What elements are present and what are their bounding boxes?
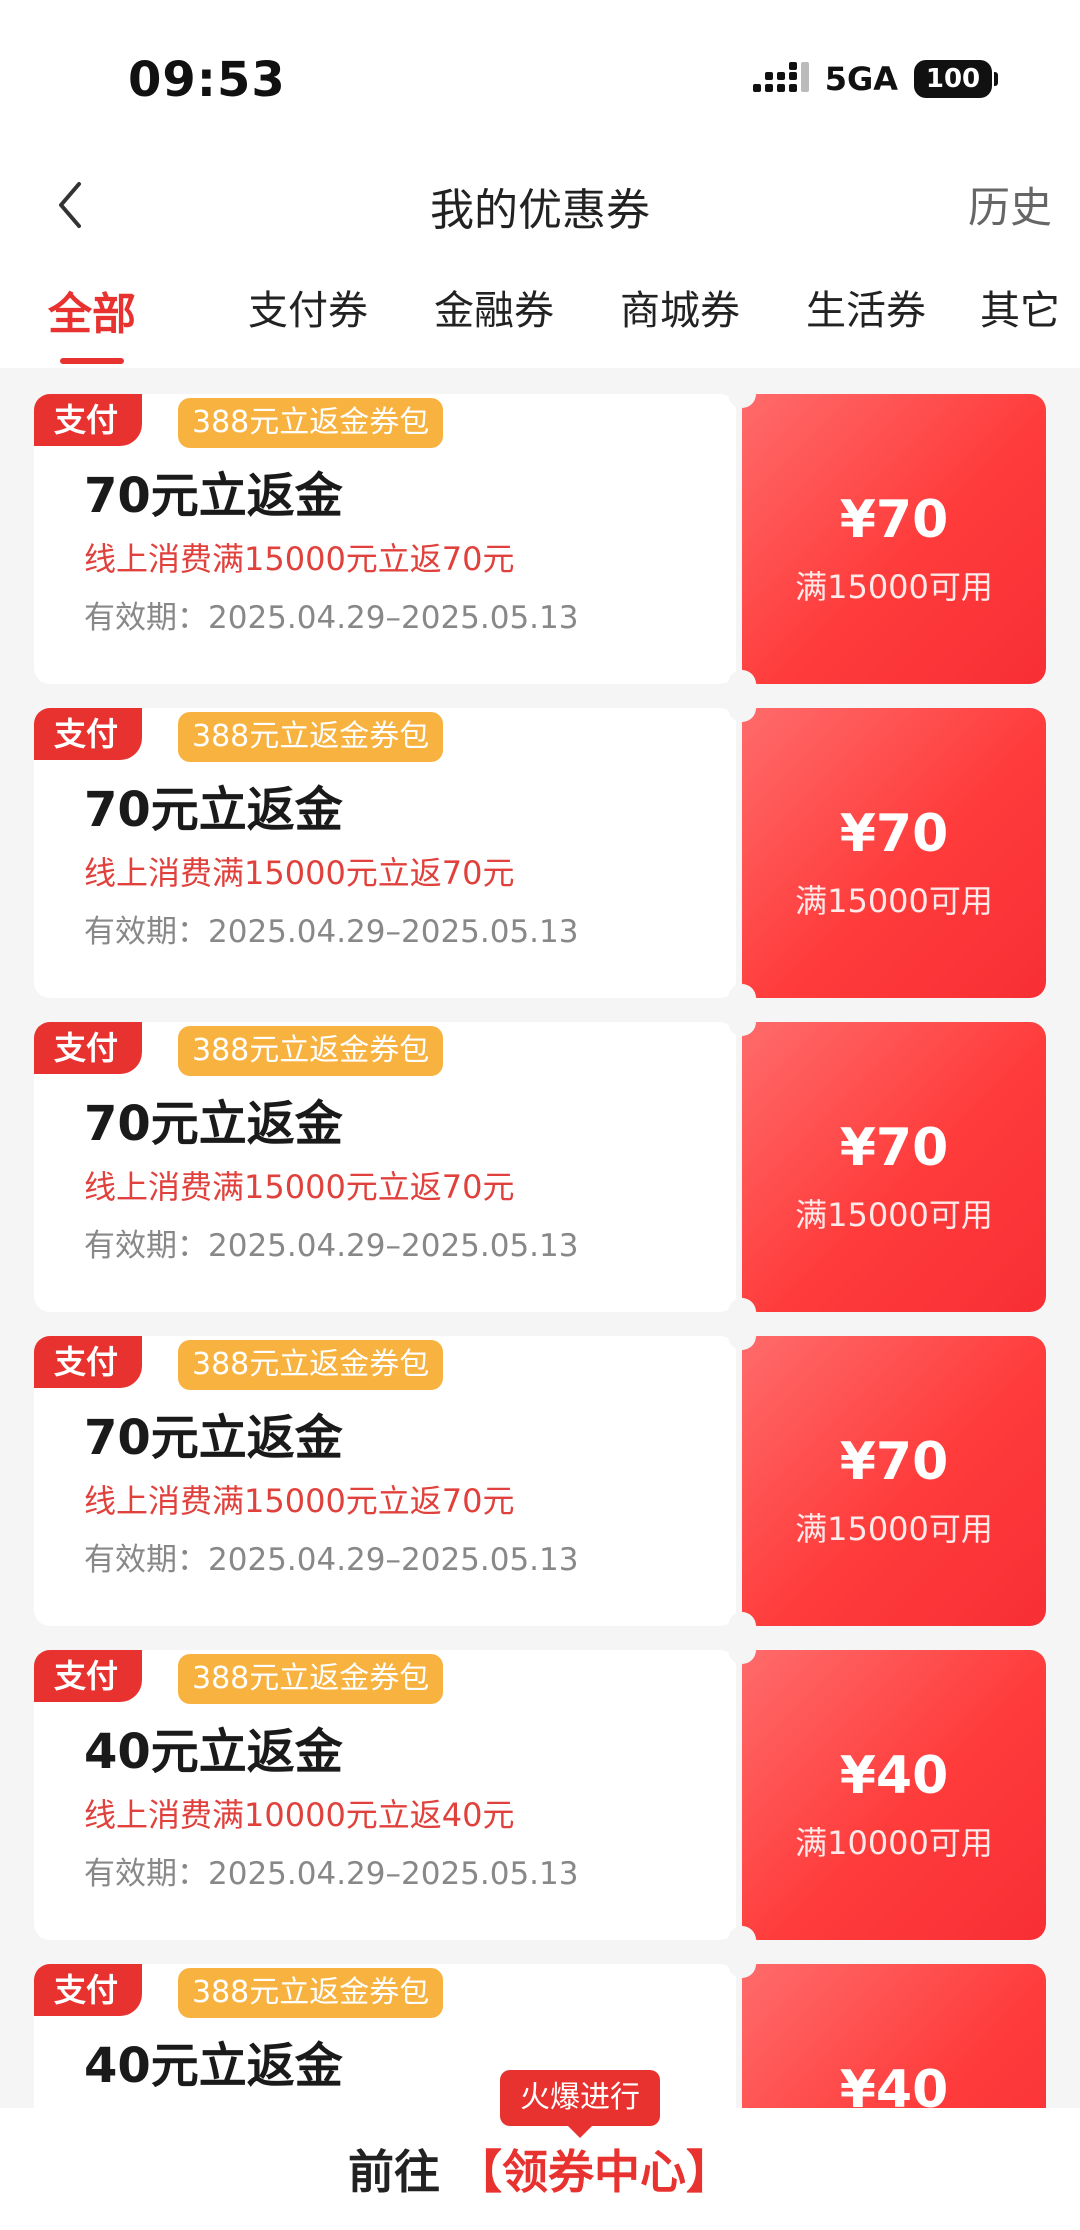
payment-tag: 支付 [34, 1964, 143, 2016]
status-bar: 09:53 5GA 100 [0, 0, 1080, 150]
payment-tag: 支付 [34, 708, 143, 760]
coupon-pack-badge: 388元立返金券包 [178, 712, 444, 762]
coupon-title: 40元立返金 [84, 2038, 343, 2094]
coupon-threshold: 满15000可用 [795, 882, 993, 920]
payment-tag: 支付 [34, 394, 143, 446]
payment-tag: 支付 [34, 1336, 143, 1388]
coupon-validity: 有效期：2025.04.29–2025.05.13 [84, 914, 579, 950]
coupon-info: 支付 388元立返金券包 70元立返金 线上消费满15000元立返70元 有效期… [34, 708, 736, 998]
coupon-pack-badge: 388元立返金券包 [178, 398, 444, 448]
coupon-threshold: 满10000可用 [795, 1824, 993, 1862]
coupon-validity: 有效期：2025.04.29–2025.05.13 [84, 600, 579, 636]
coupon-info: 支付 388元立返金券包 70元立返金 线上消费满15000元立返70元 有效期… [34, 1336, 736, 1626]
coupon-pack-badge: 388元立返金券包 [178, 1340, 444, 1390]
status-time: 09:53 [128, 52, 286, 108]
coupon-card[interactable]: 支付 388元立返金券包 70元立返金 线上消费满15000元立返70元 有效期… [34, 1322, 1046, 1640]
coupon-pack-badge: 388元立返金券包 [178, 1654, 444, 1704]
coupon-threshold: 满15000可用 [795, 568, 993, 606]
battery-icon: 100 [914, 60, 998, 98]
coupon-amount: ¥70 [839, 1432, 949, 1492]
coupon-amount: ¥70 [839, 490, 949, 550]
coupon-value-panel[interactable]: ¥70 满15000可用 [728, 1322, 1046, 1640]
coupon-amount: ¥70 [839, 1118, 949, 1178]
status-indicators: 5GA 100 [752, 60, 998, 98]
coupon-title: 70元立返金 [84, 782, 343, 838]
coupon-amount: ¥40 [839, 2060, 949, 2108]
coupon-value-panel[interactable]: ¥70 满15000可用 [728, 694, 1046, 1012]
coupon-amount: ¥40 [839, 1746, 949, 1806]
coupon-threshold: 满15000可用 [795, 1510, 993, 1548]
coupon-threshold: 满15000可用 [795, 1196, 993, 1234]
coupon-card[interactable]: 支付 388元立返金券包 70元立返金 线上消费满15000元立返70元 有效期… [34, 380, 1046, 698]
coupon-card[interactable]: 支付 388元立返金券包 70元立返金 线上消费满15000元立返70元 有效期… [34, 694, 1046, 1012]
coupon-title: 40元立返金 [84, 1724, 343, 1780]
signal-icon [752, 62, 809, 92]
coupon-value-panel[interactable]: ¥40 [728, 1950, 1046, 2108]
page-title: 我的优惠券 [430, 185, 650, 236]
go-coupon-center-button[interactable]: 前往 【领券中心】 [0, 2136, 1080, 2202]
coupon-validity: 有效期：2025.04.29–2025.05.13 [84, 1856, 579, 1892]
coupon-pack-badge: 388元立返金券包 [178, 1968, 444, 2018]
coupon-title: 70元立返金 [84, 1096, 343, 1152]
tab-mall[interactable]: 商城券 [618, 278, 742, 336]
battery-level: 100 [925, 64, 981, 94]
go-prefix-label: 前往 [347, 2145, 440, 2199]
tab-finance[interactable]: 金融券 [432, 278, 556, 336]
coupon-info: 支付 388元立返金券包 40元立返金 线上消费满10000元立返40元 有效期… [34, 1650, 736, 1940]
payment-tag: 支付 [34, 1650, 143, 1702]
coupon-card[interactable]: 支付 388元立返金券包 70元立返金 线上消费满15000元立返70元 有效期… [34, 1008, 1046, 1326]
hot-badge: 火爆进行 [500, 2070, 660, 2126]
coupon-value-panel[interactable]: ¥40 满10000可用 [728, 1636, 1046, 1954]
coupon-description: 线上消费满15000元立返70元 [84, 540, 515, 578]
tab-all[interactable]: 全部 [48, 278, 136, 342]
coupon-value-panel[interactable]: ¥70 满15000可用 [728, 1008, 1046, 1326]
coupon-title: 70元立返金 [84, 1410, 343, 1466]
coupon-card[interactable]: 支付 388元立返金券包 40元立返金 线上消费满10000元立返40元 有效期… [34, 1636, 1046, 1954]
coupon-description: 线上消费满10000元立返40元 [84, 1796, 515, 1834]
coupon-title: 70元立返金 [84, 468, 343, 524]
coupon-description: 线上消费满15000元立返70元 [84, 854, 515, 892]
tab-other[interactable]: 其它 [976, 278, 1064, 336]
coupon-tabs: 全部 支付券 金融券 商城券 生活券 其它 [0, 260, 1080, 368]
history-link[interactable]: 历史 [968, 174, 1052, 235]
coupon-pack-badge: 388元立返金券包 [178, 1026, 444, 1076]
payment-tag: 支付 [34, 1022, 143, 1074]
coupon-validity: 有效期：2025.04.29–2025.05.13 [84, 1542, 579, 1578]
tab-payment[interactable]: 支付券 [246, 278, 370, 336]
coupon-info: 支付 388元立返金券包 70元立返金 线上消费满15000元立返70元 有效期… [34, 1022, 736, 1312]
coupon-info: 支付 388元立返金券包 70元立返金 线上消费满15000元立返70元 有效期… [34, 394, 736, 684]
tab-life[interactable]: 生活券 [804, 278, 928, 336]
coupon-list: 支付 388元立返金券包 70元立返金 线上消费满15000元立返70元 有效期… [0, 368, 1080, 2108]
coupon-center-label: 【领券中心】 [456, 2145, 732, 2199]
nav-bar: 我的优惠券 历史 [0, 150, 1080, 260]
coupon-validity: 有效期：2025.04.29–2025.05.13 [84, 1228, 579, 1264]
coupon-description: 线上消费满15000元立返70元 [84, 1168, 515, 1206]
network-label: 5GA [824, 60, 898, 98]
coupon-amount: ¥70 [839, 804, 949, 864]
coupon-description: 线上消费满15000元立返70元 [84, 1482, 515, 1520]
coupon-value-panel[interactable]: ¥70 满15000可用 [728, 380, 1046, 698]
